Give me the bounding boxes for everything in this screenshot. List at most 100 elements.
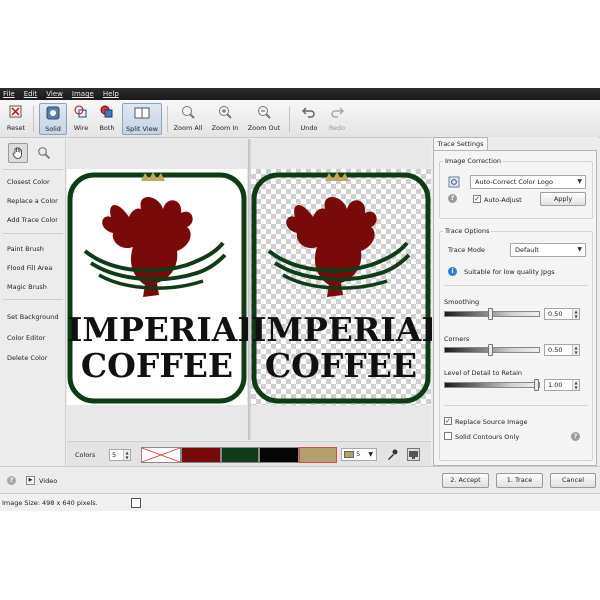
flood-fill-tool[interactable]: Flood Fill Area xyxy=(7,264,52,272)
stepper-arrows-icon[interactable]: ▲ ▼ xyxy=(123,450,130,460)
smoothing-slider[interactable] xyxy=(444,308,540,320)
auto-adjust-checkbox[interactable]: ✓ xyxy=(473,195,481,203)
stepper-arrows-icon[interactable]: ▲ ▼ xyxy=(572,345,579,355)
traced-logo-title-line1: IMPERIAL xyxy=(251,310,445,349)
corners-slider-thumb[interactable] xyxy=(488,344,493,356)
solid-contours-checkbox[interactable] xyxy=(444,432,452,440)
replace-color-tool[interactable]: Replace a Color xyxy=(7,197,58,205)
traced-pane[interactable]: IMPERIAL COFFEE xyxy=(251,139,445,440)
toolbar: Reset Solid Wire Both Split View Zoom Al… xyxy=(0,100,600,138)
both-view-icon xyxy=(99,104,115,120)
hand-icon xyxy=(12,147,22,159)
reset-button[interactable]: Reset xyxy=(3,103,29,135)
eyedropper-icon xyxy=(388,449,398,460)
zoom-out-icon xyxy=(256,104,272,120)
selected-swatch-preview xyxy=(344,450,354,458)
trace-mode-select[interactable]: Default ▼ xyxy=(510,243,586,257)
menu-bar: File Edit View Image Help xyxy=(0,88,600,100)
eyedropper-button[interactable] xyxy=(385,448,399,462)
menu-edit[interactable]: Edit xyxy=(24,90,38,98)
stepper-arrows-icon[interactable]: ▲ ▼ xyxy=(572,380,579,390)
split-view-button[interactable]: Split View xyxy=(122,103,162,135)
zoom-all-icon xyxy=(180,104,196,120)
wire-button[interactable]: Wire xyxy=(69,103,93,135)
status-bar: Image Size: 498 x 640 pixels. xyxy=(0,493,600,511)
solid-button[interactable]: Solid xyxy=(39,103,67,135)
image-size-status: Image Size: 498 x 640 pixels. xyxy=(2,499,98,507)
dropdown-caret-icon: ▼ xyxy=(368,451,373,458)
add-trace-color-tool[interactable]: Add Trace Color xyxy=(7,216,58,224)
corners-label: Corners xyxy=(444,335,470,343)
both-button[interactable]: Both xyxy=(95,103,119,135)
menu-image[interactable]: Image xyxy=(72,90,94,98)
detail-slider[interactable] xyxy=(444,379,540,391)
magnifier-icon xyxy=(38,147,51,160)
set-background-tool[interactable]: Set Background xyxy=(7,313,59,321)
menu-view[interactable]: View xyxy=(46,90,63,98)
colors-count-stepper[interactable]: 5 ▲ ▼ xyxy=(109,449,131,461)
preview-toggle-button[interactable] xyxy=(407,448,420,461)
auto-adjust-label: Auto-Adjust xyxy=(484,196,522,204)
colors-strip: Colors 5 ▲ ▼ 5 ▼ xyxy=(67,441,431,466)
paint-brush-tool[interactable]: Paint Brush xyxy=(7,245,44,253)
tab-trace-settings[interactable]: Trace Settings xyxy=(433,137,488,150)
corners-value-field[interactable]: 0.50 ▲ ▼ xyxy=(544,344,580,356)
split-view-icon xyxy=(134,105,150,121)
image-correction-title: Image Correction xyxy=(443,157,504,165)
zoom-in-icon xyxy=(217,104,233,120)
traced-image[interactable]: IMPERIAL COFFEE xyxy=(251,169,445,405)
video-label[interactable]: Video xyxy=(39,477,57,485)
source-pane[interactable]: IMPERIAL COFFEE xyxy=(67,139,261,440)
swatch-black[interactable] xyxy=(259,447,299,463)
smoothing-value-field[interactable]: 0.50 ▲ ▼ xyxy=(544,308,580,320)
trace-button[interactable]: 1. Trace xyxy=(496,473,543,488)
canvas-area[interactable]: IMPERIAL COFFEE IMPERIAL COFFEE xyxy=(67,139,445,440)
swatch-transparent[interactable] xyxy=(141,447,181,463)
detail-label: Level of Detail to Retain xyxy=(444,369,523,377)
logo-title-line1: IMPERIAL xyxy=(67,310,261,349)
apply-button[interactable]: Apply xyxy=(540,192,586,206)
help-icon[interactable]: ? xyxy=(7,476,16,485)
source-image[interactable]: IMPERIAL COFFEE xyxy=(67,169,261,405)
cancel-button[interactable]: Cancel xyxy=(550,473,596,488)
menu-file[interactable]: File xyxy=(3,90,15,98)
delete-color-tool[interactable]: Delete Color xyxy=(7,354,47,362)
menu-help[interactable]: Help xyxy=(103,90,119,98)
undo-button[interactable]: Undo xyxy=(297,103,321,135)
zoom-out-button[interactable]: Zoom Out xyxy=(247,103,281,135)
swatch-selector[interactable]: 5 ▼ xyxy=(341,448,377,461)
dropdown-caret-icon: ▼ xyxy=(577,178,582,185)
replace-source-checkbox[interactable]: ✓ xyxy=(444,417,452,425)
reset-icon xyxy=(8,104,24,120)
play-video-icon[interactable]: ▶ xyxy=(26,476,35,485)
stepper-arrows-icon[interactable]: ▲ ▼ xyxy=(572,309,579,319)
dropdown-caret-icon: ▼ xyxy=(577,246,582,253)
magnifier-tool-button[interactable] xyxy=(34,143,54,163)
zoom-in-button[interactable]: Zoom In xyxy=(209,103,241,135)
swatch-dark-green[interactable] xyxy=(221,447,259,463)
detail-value-field[interactable]: 1.00 ▲ ▼ xyxy=(544,379,580,391)
help-icon[interactable]: ? xyxy=(571,432,580,441)
transparent-swatch-icon xyxy=(141,447,181,463)
magic-brush-tool[interactable]: Magic Brush xyxy=(7,283,47,291)
redo-button[interactable]: Redo xyxy=(325,103,349,135)
image-correction-select[interactable]: Auto-Correct Color Logo ▼ xyxy=(470,175,586,189)
bottom-bar: ? ▶ Video 2. Accept 1. Trace Cancel xyxy=(0,466,600,493)
help-icon[interactable]: ? xyxy=(448,194,457,203)
hand-tool-button[interactable] xyxy=(8,143,28,163)
wire-view-icon xyxy=(73,104,89,120)
detail-slider-thumb[interactable] xyxy=(534,379,539,391)
correction-settings-icon xyxy=(448,176,460,188)
zoom-all-button[interactable]: Zoom All xyxy=(172,103,204,135)
colors-label: Colors xyxy=(75,451,96,459)
info-icon: i xyxy=(448,267,457,276)
accept-button[interactable]: 2. Accept xyxy=(442,473,489,488)
left-tool-panel: Closest Color Replace a Color Add Trace … xyxy=(0,139,66,466)
swatch-gold[interactable] xyxy=(299,447,337,463)
closest-color-tool[interactable]: Closest Color xyxy=(7,178,50,186)
smoothing-slider-thumb[interactable] xyxy=(488,308,493,320)
color-editor-tool[interactable]: Color Editor xyxy=(7,334,45,342)
swatch-dark-red[interactable] xyxy=(181,447,221,463)
monitor-icon xyxy=(409,451,418,459)
corners-slider[interactable] xyxy=(444,344,540,356)
